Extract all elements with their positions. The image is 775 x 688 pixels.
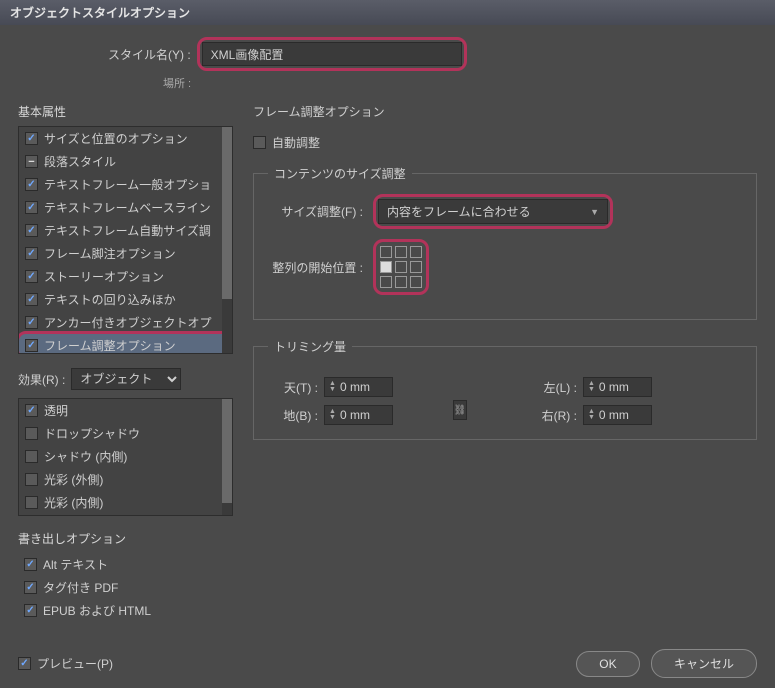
auto-adjust-checkbox[interactable]	[253, 136, 266, 149]
content-fit-group: コンテンツのサイズ調整 サイズ調整(F) : 内容をフレームに合わせる ▼ 整列…	[253, 165, 757, 320]
trim-right-label: 右(R) :	[527, 407, 577, 424]
list-item[interactable]: ドロップシャドウ	[19, 422, 232, 445]
list-item[interactable]: 光彩 (外側)	[19, 468, 232, 491]
checkbox[interactable]	[25, 427, 38, 440]
trim-top-input[interactable]: ▲▼	[324, 377, 393, 397]
list-item[interactable]: 段落スタイル	[19, 150, 232, 173]
effect-select[interactable]: オブジェクト	[71, 368, 181, 390]
preview-label: プレビュー(P)	[37, 655, 113, 672]
preview-checkbox[interactable]	[18, 657, 31, 670]
list-item-label: アンカー付きオブジェクトオプ	[44, 314, 212, 331]
list-item[interactable]: テキストフレーム一般オプショ	[19, 173, 232, 196]
checkbox[interactable]	[24, 581, 37, 594]
list-item-label: サイズと位置のオプション	[44, 130, 188, 147]
list-item[interactable]: EPUB および HTML	[18, 599, 233, 622]
checkbox[interactable]	[25, 201, 38, 214]
list-item[interactable]: 光彩 (内側)	[19, 491, 232, 514]
size-adjust-dropdown[interactable]: 内容をフレームに合わせる ▼	[378, 199, 608, 224]
trim-right-input[interactable]: ▲▼	[583, 405, 652, 425]
list-item[interactable]: フレーム脚注オプション	[19, 242, 232, 265]
list-item-label: ドロップシャドウ	[44, 425, 140, 442]
list-item-label: テキストの回り込みほか	[44, 291, 176, 308]
list-item[interactable]: テキストフレームベースライン	[19, 196, 232, 219]
effect-list: 透明ドロップシャドウシャドウ (内側) 光彩 (外側) 光彩 (内側) ベベルとエンボ…	[18, 398, 233, 516]
checkbox[interactable]	[25, 496, 38, 509]
checkbox[interactable]	[25, 132, 38, 145]
style-name-input[interactable]	[202, 42, 462, 66]
checkbox[interactable]	[25, 339, 38, 352]
checkbox[interactable]	[25, 224, 38, 237]
list-item[interactable]: テキストフレーム自動サイズ調	[19, 219, 232, 242]
list-item[interactable]: シャドウ (内側)	[19, 445, 232, 468]
align-start-label: 整列の開始位置 :	[268, 259, 363, 276]
checkbox[interactable]	[24, 558, 37, 571]
checkbox[interactable]	[25, 450, 38, 463]
trim-bottom-label: 地(B) :	[268, 407, 318, 424]
list-item[interactable]: 透明	[19, 399, 232, 422]
list-item-label: 光彩 (内側)	[44, 494, 103, 511]
checkbox[interactable]	[25, 293, 38, 306]
align-anchor-grid[interactable]	[380, 246, 422, 288]
list-item[interactable]: テキストの回り込みほか	[19, 288, 232, 311]
list-item[interactable]: サイズと位置のオプション	[19, 127, 232, 150]
trim-left-input[interactable]: ▲▼	[583, 377, 652, 397]
checkbox[interactable]	[25, 404, 38, 417]
trim-bottom-input[interactable]: ▲▼	[324, 405, 393, 425]
list-item-label: シャドウ (内側)	[44, 448, 127, 465]
list-item[interactable]: アンカー付きオブジェクトオプ	[19, 311, 232, 334]
checkbox[interactable]	[25, 155, 38, 168]
list-item[interactable]: タグ付き PDF	[18, 576, 233, 599]
auto-adjust-label: 自動調整	[272, 134, 320, 151]
list-item[interactable]: ストーリーオプション	[19, 265, 232, 288]
list-item-label: テキストフレーム自動サイズ調	[44, 222, 211, 239]
list-item-label: EPUB および HTML	[43, 602, 151, 619]
link-icon[interactable]: ⛓	[453, 400, 467, 420]
list-item[interactable]: ベベルとエンボス	[19, 514, 232, 516]
content-fit-legend: コンテンツのサイズ調整	[268, 165, 412, 182]
list-item-label: 透明	[44, 402, 68, 419]
list-item[interactable]: Alt テキスト	[18, 553, 233, 576]
style-name-label: スタイル名(Y) :	[108, 46, 191, 63]
checkbox[interactable]	[25, 247, 38, 260]
list-item-label: フレーム調整オプション	[44, 337, 176, 354]
basic-attrs-header: 基本属性	[18, 103, 233, 120]
checkbox[interactable]	[25, 178, 38, 191]
trim-left-label: 左(L) :	[527, 379, 577, 396]
list-item[interactable]: フレーム調整オプション	[19, 334, 232, 354]
list-item-label: Alt テキスト	[43, 556, 108, 573]
effect-label: 効果(R) :	[18, 371, 65, 388]
trimming-group: トリミング量 天(T) : ▲▼ 地(B) : ▲▼ ⛓	[253, 338, 757, 440]
export-list: Alt テキストタグ付き PDF EPUB および HTML	[18, 553, 233, 622]
checkbox[interactable]	[24, 604, 37, 617]
list-item-label: 段落スタイル	[44, 153, 116, 170]
size-adjust-label: サイズ調整(F) :	[268, 203, 363, 220]
trimming-legend: トリミング量	[268, 338, 352, 355]
list-item-label: テキストフレーム一般オプショ	[44, 176, 211, 193]
basic-attrs-list: サイズと位置のオプション段落スタイルテキストフレーム一般オプショテキストフレーム…	[18, 126, 233, 354]
checkbox[interactable]	[25, 270, 38, 283]
ok-button[interactable]: OK	[576, 651, 639, 677]
list-item-label: 光彩 (外側)	[44, 471, 103, 488]
list-item-label: テキストフレームベースライン	[44, 199, 211, 216]
list-item-label: ストーリーオプション	[44, 268, 164, 285]
scrollbar[interactable]	[222, 127, 232, 353]
scrollbar[interactable]	[222, 399, 232, 515]
chevron-down-icon: ▼	[590, 207, 599, 217]
checkbox[interactable]	[25, 316, 38, 329]
right-panel-title: フレーム調整オプション	[253, 103, 757, 120]
place-label: 場所 :	[18, 75, 757, 91]
trim-top-label: 天(T) :	[268, 379, 318, 396]
list-item-label: タグ付き PDF	[43, 579, 118, 596]
cancel-button[interactable]: キャンセル	[651, 649, 757, 678]
checkbox[interactable]	[25, 473, 38, 486]
list-item-label: フレーム脚注オプション	[44, 245, 176, 262]
titlebar: オブジェクトスタイルオプション	[0, 0, 775, 25]
export-header: 書き出しオプション	[18, 530, 233, 547]
